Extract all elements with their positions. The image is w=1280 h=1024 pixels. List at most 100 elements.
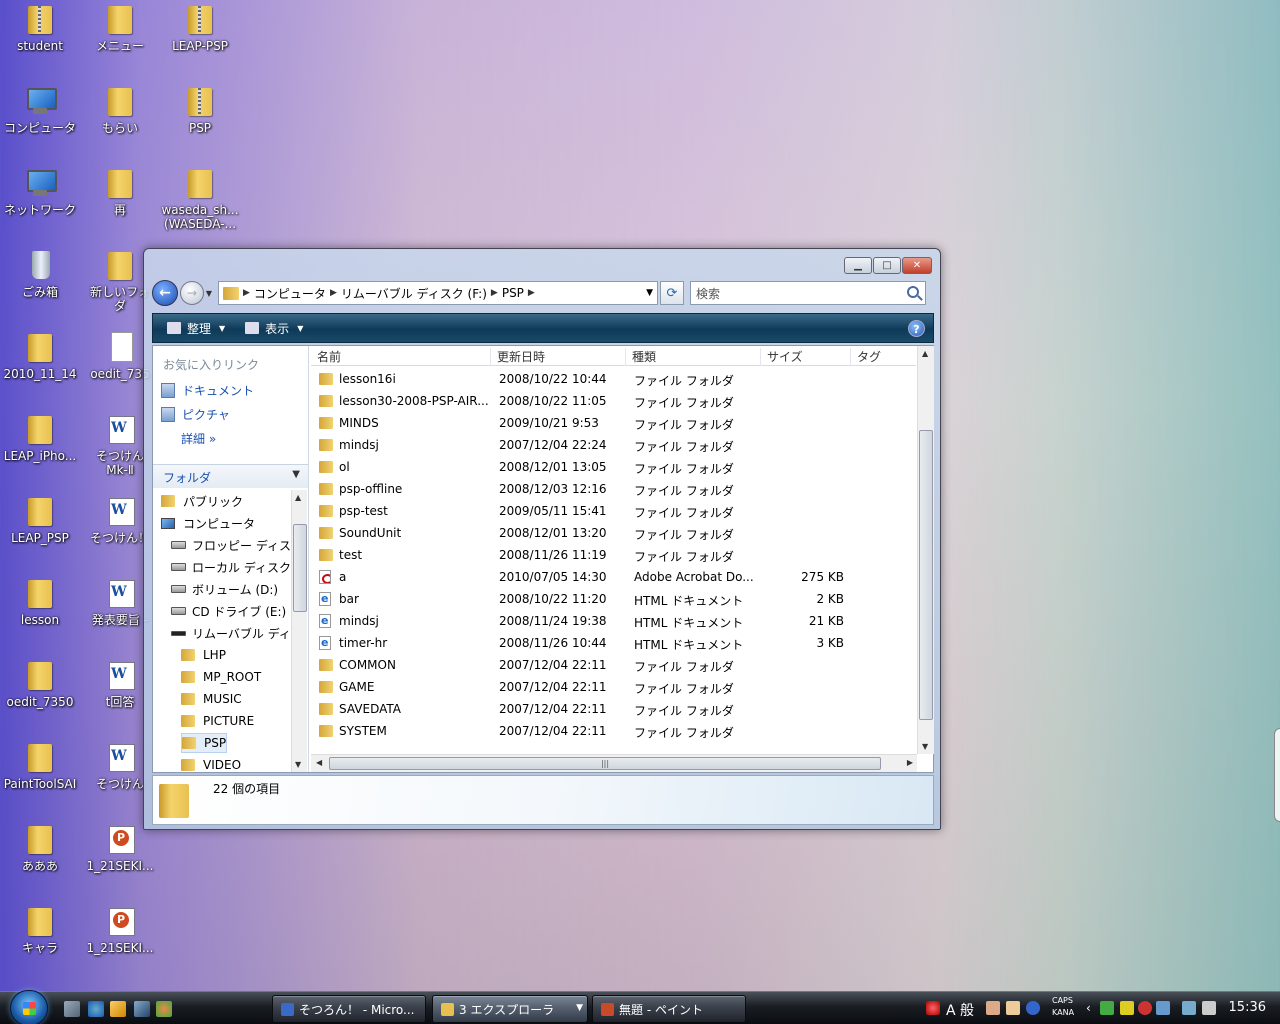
close-button[interactable]: ✕	[902, 257, 932, 274]
ime-dictionary-icon[interactable]	[986, 1001, 1000, 1015]
tree-item[interactable]: ボリューム (D:)	[171, 579, 278, 599]
desktop-icon[interactable]: 2010_11_14	[0, 330, 80, 408]
address-bar[interactable]: ▶ コンピュータ ▶ リムーバブル ディスク (F:) ▶ PSP ▶ ▼	[218, 281, 658, 305]
table-row[interactable]: mindsj 2007/12/04 22:24 ファイル フォルダ	[311, 434, 916, 456]
chevron-right-icon[interactable]: ▶	[528, 288, 535, 298]
tree-item[interactable]: パブリック	[161, 491, 243, 511]
scroll-down-icon[interactable]: ▼	[295, 760, 301, 769]
desktop-icon[interactable]: ネットワーク	[0, 166, 80, 244]
vertical-scroll-thumb[interactable]	[919, 430, 933, 720]
task-explorer[interactable]: 3 エクスプローラ ▼	[432, 995, 588, 1023]
task-word[interactable]: そつろん！ - Micro...	[272, 995, 426, 1023]
tree-item[interactable]: VIDEO	[181, 755, 241, 772]
table-row[interactable]: lesson16i 2008/10/22 10:44 ファイル フォルダ	[311, 368, 916, 390]
desktop-icon[interactable]: student	[0, 2, 80, 80]
scroll-down-icon[interactable]: ▼	[922, 742, 928, 751]
tree-item[interactable]: LHP	[181, 645, 226, 665]
search-input[interactable]: 検索	[690, 281, 926, 305]
desktop-icon[interactable]: 1_21SEKI...	[80, 822, 160, 900]
tree-item[interactable]: ローカル ディスク	[171, 557, 291, 577]
messenger-icon[interactable]	[156, 1001, 172, 1017]
warning-icon[interactable]	[1138, 1001, 1152, 1015]
organize-button[interactable]: 整理 ▼	[161, 318, 231, 339]
column-date[interactable]: 更新日時	[491, 348, 626, 366]
ime-mode[interactable]: A 般	[946, 1000, 974, 1020]
desktop-icon[interactable]: キャラ	[0, 904, 80, 982]
maximize-button[interactable]: □	[873, 257, 901, 274]
table-row[interactable]: GAME 2007/12/04 22:11 ファイル フォルダ	[311, 676, 916, 698]
desktop-icon[interactable]: PSP	[160, 84, 240, 162]
favorite-pictures[interactable]: ピクチャ	[161, 406, 230, 423]
column-name[interactable]: 名前	[311, 348, 491, 366]
clock[interactable]: 15:36	[1229, 1000, 1266, 1015]
tree-item[interactable]: MP_ROOT	[181, 667, 261, 687]
sidebar-gadget-tab[interactable]	[1274, 728, 1280, 822]
network-icon[interactable]	[1182, 1001, 1196, 1015]
table-row[interactable]: SAVEDATA 2007/12/04 22:11 ファイル フォルダ	[311, 698, 916, 720]
task-paint[interactable]: 無題 - ペイント	[592, 995, 746, 1023]
media-player-icon[interactable]	[110, 1001, 126, 1017]
ime-tools-icon[interactable]	[1006, 1001, 1020, 1015]
desktop-icon[interactable]: コンピュータ	[0, 84, 80, 162]
show-desktop-icon[interactable]	[64, 1001, 80, 1017]
folders-header[interactable]: フォルダ ▼	[153, 464, 308, 488]
search-icon[interactable]	[907, 286, 919, 298]
table-row[interactable]: psp-offline 2008/12/03 12:16 ファイル フォルダ	[311, 478, 916, 500]
table-row[interactable]: bar 2008/10/22 11:20 HTML ドキュメント 2 KB	[311, 588, 916, 610]
desktop-icon[interactable]: lesson	[0, 576, 80, 654]
tree-item[interactable]: コンピュータ	[161, 513, 255, 533]
desktop-icon[interactable]: ごみ箱	[0, 248, 80, 326]
desktop-icon[interactable]: 1_21SEKI...	[80, 904, 160, 982]
horizontal-scroll-thumb[interactable]: |||	[329, 757, 881, 770]
table-row[interactable]: COMMON 2007/12/04 22:11 ファイル フォルダ	[311, 654, 916, 676]
column-size[interactable]: サイズ	[761, 348, 851, 366]
scroll-right-icon[interactable]: ▶	[907, 758, 913, 767]
refresh-button[interactable]: ⟳	[660, 281, 684, 305]
minimize-button[interactable]: ▁	[844, 257, 872, 274]
back-button[interactable]: ←	[152, 280, 178, 306]
table-row[interactable]: ol 2008/12/01 13:05 ファイル フォルダ	[311, 456, 916, 478]
column-tags[interactable]: タグ	[851, 348, 916, 366]
start-button[interactable]	[10, 990, 48, 1024]
chevron-right-icon[interactable]: ▶	[491, 288, 498, 298]
usb-device-icon[interactable]	[1156, 1001, 1170, 1015]
table-row[interactable]: test 2008/11/26 11:19 ファイル フォルダ	[311, 544, 916, 566]
desktop-icon[interactable]: oedit_7350	[0, 658, 80, 736]
switch-windows-icon[interactable]	[134, 1001, 150, 1017]
scroll-left-icon[interactable]: ◀	[316, 758, 322, 767]
table-row[interactable]: MINDS 2009/10/21 9:53 ファイル フォルダ	[311, 412, 916, 434]
tree-item[interactable]: CD ドライブ (E:)	[171, 601, 286, 621]
horizontal-scrollbar[interactable]: ◀ ||| ▶	[311, 754, 917, 772]
tree-item[interactable]: フロッピー ディスク	[171, 535, 291, 555]
volume-icon[interactable]	[1202, 1001, 1216, 1015]
breadcrumb-psp[interactable]: PSP	[502, 286, 524, 300]
vertical-scrollbar[interactable]: ▲ ▼	[917, 346, 934, 754]
favorites-more-link[interactable]: 詳細 »	[181, 430, 216, 447]
desktop-icon[interactable]: LEAP-PSP	[160, 2, 240, 80]
tree-scrollbar[interactable]: ▲ ▼	[291, 490, 307, 772]
address-dropdown-icon[interactable]: ▼	[646, 288, 653, 298]
table-row[interactable]: lesson30-2008-PSP-AIR... 2008/10/22 11:05…	[311, 390, 916, 412]
tree-item[interactable]: PSP	[181, 733, 228, 753]
tree-scroll-thumb[interactable]	[293, 524, 307, 612]
desktop-icon[interactable]: もらい	[80, 84, 160, 162]
tree-item[interactable]: PICTURE	[181, 711, 254, 731]
chevron-left-icon[interactable]: ‹	[1086, 1001, 1091, 1015]
breadcrumb-computer[interactable]: コンピュータ	[254, 285, 326, 302]
history-dropdown-icon[interactable]: ▼	[204, 289, 214, 298]
table-row[interactable]: SYSTEM 2007/12/04 22:11 ファイル フォルダ	[311, 720, 916, 742]
ime-help-icon[interactable]	[1026, 1001, 1040, 1015]
ime-pad-icon[interactable]	[926, 1001, 940, 1015]
desktop-icon[interactable]: waseda_sh... (WASEDA-...	[160, 166, 240, 244]
network-status-icon[interactable]	[1100, 1001, 1114, 1015]
forward-button[interactable]: →	[180, 281, 204, 305]
help-icon[interactable]: ?	[908, 320, 925, 337]
desktop-icon[interactable]: 再	[80, 166, 160, 244]
table-row[interactable]: psp-test 2009/05/11 15:41 ファイル フォルダ	[311, 500, 916, 522]
view-button[interactable]: 表示 ▼	[239, 318, 309, 339]
security-icon[interactable]	[1120, 1001, 1134, 1015]
favorite-documents[interactable]: ドキュメント	[161, 382, 254, 399]
desktop-icon[interactable]: メニュー	[80, 2, 160, 80]
table-row[interactable]: timer-hr 2008/11/26 10:44 HTML ドキュメント 3 KB	[311, 632, 916, 654]
tree-item[interactable]: リムーバブル ディ	[171, 623, 291, 643]
